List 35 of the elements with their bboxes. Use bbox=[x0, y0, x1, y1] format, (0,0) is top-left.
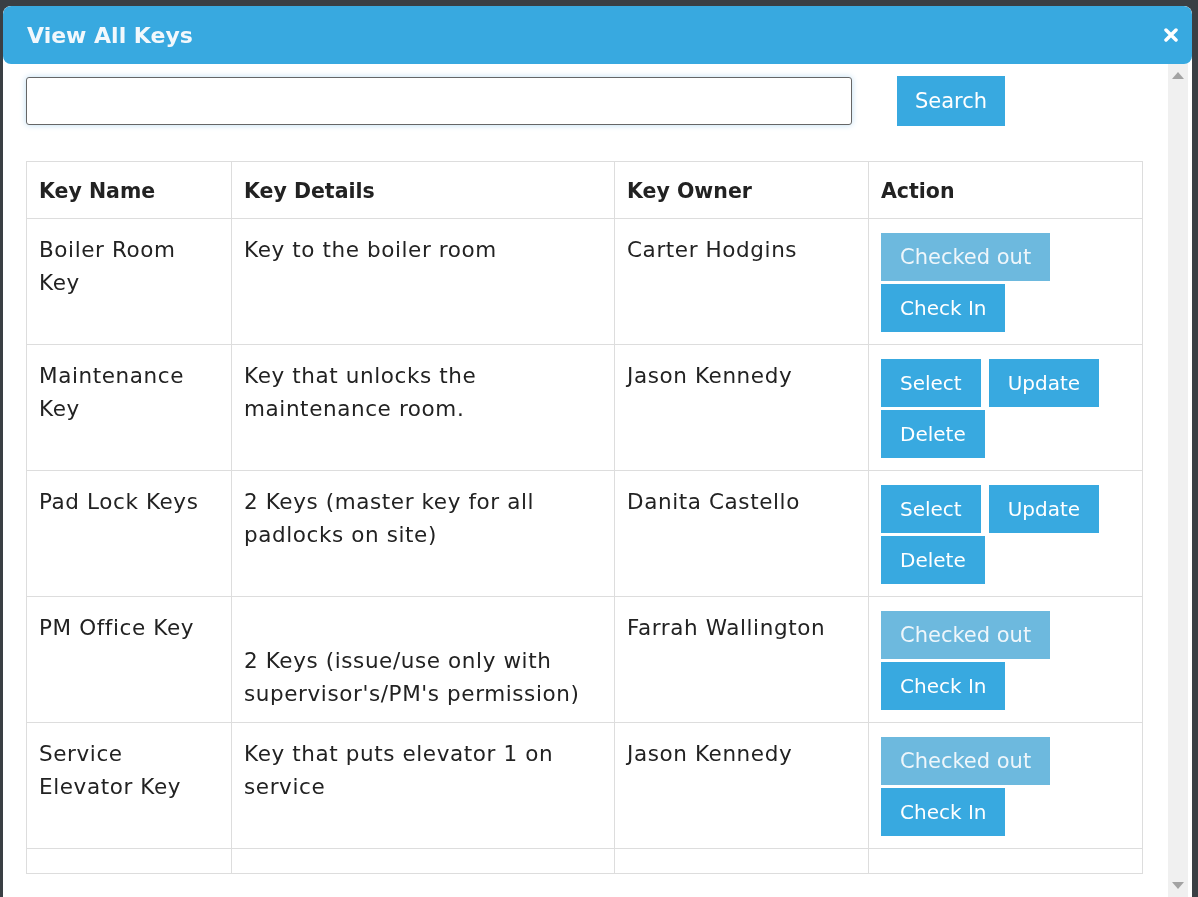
table-cell: 2 Keys (issue/use only with supervisor's/PM's permission) bbox=[231, 596, 615, 723]
action-button[interactable]: Update bbox=[988, 359, 1100, 407]
action-button[interactable]: Select bbox=[881, 485, 981, 533]
column-header: Action bbox=[868, 161, 1143, 219]
dialog-title: View All Keys bbox=[27, 22, 193, 48]
table-cell: Jason Kennedy bbox=[614, 722, 869, 849]
close-icon[interactable] bbox=[1164, 28, 1178, 42]
action-button[interactable]: Update bbox=[988, 485, 1100, 533]
search-button[interactable]: Search bbox=[897, 76, 1006, 126]
column-header: Key Details bbox=[231, 161, 615, 219]
table-cell: Key to the boiler room bbox=[231, 218, 615, 345]
table-cell: 2 Keys (master key for all padlocks on site) bbox=[231, 470, 615, 597]
table-cell: Farrah Wallington bbox=[614, 596, 869, 723]
action-button[interactable]: Delete bbox=[881, 536, 985, 584]
table-cell: Jason Kennedy bbox=[614, 344, 869, 471]
action-button[interactable]: Check In bbox=[881, 284, 1006, 332]
table-cell: Key that puts elevator 1 on service bbox=[231, 722, 615, 849]
table-cell: Carter Hodgins bbox=[614, 218, 869, 345]
action-button[interactable]: Select bbox=[881, 359, 981, 407]
column-header: Key Name bbox=[26, 161, 232, 219]
action-button[interactable]: Check In bbox=[881, 662, 1006, 710]
table-cell: Maintenance Key bbox=[26, 344, 232, 471]
table-cell: Pad Lock Keys bbox=[26, 470, 232, 597]
table-cell: Boiler Room Key bbox=[26, 218, 232, 345]
action-button[interactable]: Check In bbox=[881, 788, 1006, 836]
search-field[interactable] bbox=[26, 77, 852, 125]
action-button[interactable]: Delete bbox=[881, 410, 985, 458]
down-arrow-icon[interactable] bbox=[1172, 882, 1184, 889]
up-arrow-icon[interactable] bbox=[1172, 72, 1184, 79]
table-cell: Danita Castello bbox=[614, 470, 869, 597]
scrollbar[interactable] bbox=[1168, 64, 1188, 897]
table-cell: PM Office Key bbox=[26, 596, 232, 723]
table-cell: Service Elevator Key bbox=[26, 722, 232, 849]
table-cell: Key that unlocks the maintenance room. bbox=[231, 344, 615, 471]
column-header: Key Owner bbox=[614, 161, 869, 219]
